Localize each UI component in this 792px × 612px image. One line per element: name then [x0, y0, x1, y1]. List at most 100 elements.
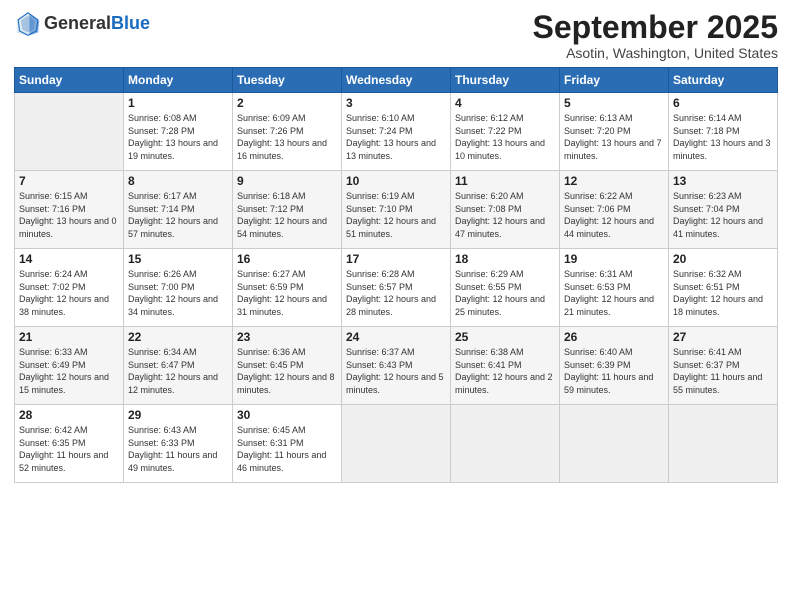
day-info: Sunrise: 6:43 AMSunset: 6:33 PMDaylight:… [128, 424, 228, 474]
day-info: Sunrise: 6:24 AMSunset: 7:02 PMDaylight:… [19, 268, 119, 318]
day-number: 19 [564, 252, 664, 266]
weekday-row: Sunday Monday Tuesday Wednesday Thursday… [15, 68, 778, 93]
day-cell: 20 Sunrise: 6:32 AMSunset: 6:51 PMDayligh… [669, 249, 778, 327]
day-number: 28 [19, 408, 119, 422]
day-info: Sunrise: 6:10 AMSunset: 7:24 PMDaylight:… [346, 112, 446, 162]
day-cell: 4Sunrise: 6:12 AMSunset: 7:22 PMDaylight… [451, 93, 560, 171]
day-cell: 23 Sunrise: 6:36 AMSunset: 6:45 PMDayligh… [233, 327, 342, 405]
col-friday: Friday [560, 68, 669, 93]
week-row-3: 21 Sunrise: 6:33 AMSunset: 6:49 PMDayligh… [15, 327, 778, 405]
day-info: Sunrise: 6:36 AMSunset: 6:45 PMDaylight:… [237, 346, 337, 396]
day-number: 11 [455, 174, 555, 188]
day-info: Sunrise: 6:09 AMSunset: 7:26 PMDaylight:… [237, 112, 337, 162]
day-number: 23 [237, 330, 337, 344]
day-cell: 18 Sunrise: 6:29 AMSunset: 6:55 PMDayligh… [451, 249, 560, 327]
day-cell: 17 Sunrise: 6:28 AMSunset: 6:57 PMDayligh… [342, 249, 451, 327]
day-cell: 8 Sunrise: 6:17 AMSunset: 7:14 PMDaylight… [124, 171, 233, 249]
day-info: Sunrise: 6:28 AMSunset: 6:57 PMDaylight:… [346, 268, 446, 318]
day-cell: 6Sunrise: 6:14 AMSunset: 7:18 PMDaylight… [669, 93, 778, 171]
day-cell [15, 93, 124, 171]
day-number: 18 [455, 252, 555, 266]
day-cell: 16 Sunrise: 6:27 AMSunset: 6:59 PMDayligh… [233, 249, 342, 327]
day-number: 17 [346, 252, 446, 266]
day-cell: 7Sunrise: 6:15 AMSunset: 7:16 PMDaylight… [15, 171, 124, 249]
day-number: 9 [237, 174, 337, 188]
day-number: 27 [673, 330, 773, 344]
day-cell: 21 Sunrise: 6:33 AMSunset: 6:49 PMDayligh… [15, 327, 124, 405]
day-cell: 13Sunrise: 6:23 AMSunset: 7:04 PMDayligh… [669, 171, 778, 249]
day-cell: 15 Sunrise: 6:26 AMSunset: 7:00 PMDayligh… [124, 249, 233, 327]
day-number: 1 [128, 96, 228, 110]
calendar-header: Sunday Monday Tuesday Wednesday Thursday… [15, 68, 778, 93]
day-number: 13 [673, 174, 773, 188]
day-number: 5 [564, 96, 664, 110]
day-number: 10 [346, 174, 446, 188]
col-thursday: Thursday [451, 68, 560, 93]
day-cell [669, 405, 778, 483]
day-info: Sunrise: 6:12 AMSunset: 7:22 PMDaylight:… [455, 112, 555, 162]
day-info: Sunrise: 6:17 AMSunset: 7:14 PMDaylight:… [128, 190, 228, 240]
day-info: Sunrise: 6:45 AMSunset: 6:31 PMDaylight:… [237, 424, 337, 474]
day-info: Sunrise: 6:33 AMSunset: 6:49 PMDaylight:… [19, 346, 119, 396]
day-cell: 9 Sunrise: 6:18 AMSunset: 7:12 PMDaylight… [233, 171, 342, 249]
day-info: Sunrise: 6:27 AMSunset: 6:59 PMDaylight:… [237, 268, 337, 318]
day-number: 14 [19, 252, 119, 266]
day-number: 20 [673, 252, 773, 266]
day-number: 30 [237, 408, 337, 422]
day-info: Sunrise: 6:26 AMSunset: 7:00 PMDaylight:… [128, 268, 228, 318]
col-monday: Monday [124, 68, 233, 93]
col-wednesday: Wednesday [342, 68, 451, 93]
day-number: 21 [19, 330, 119, 344]
day-info: Sunrise: 6:20 AMSunset: 7:08 PMDaylight:… [455, 190, 555, 240]
day-info: Sunrise: 6:42 AMSunset: 6:35 PMDaylight:… [19, 424, 119, 474]
day-info: Sunrise: 6:18 AMSunset: 7:12 PMDaylight:… [237, 190, 337, 240]
page: GeneralBlue September 2025 Asotin, Washi… [0, 0, 792, 612]
day-number: 3 [346, 96, 446, 110]
day-info: Sunrise: 6:40 AMSunset: 6:39 PMDaylight:… [564, 346, 664, 396]
day-number: 8 [128, 174, 228, 188]
col-saturday: Saturday [669, 68, 778, 93]
day-cell: 30 Sunrise: 6:45 AMSunset: 6:31 PMDayligh… [233, 405, 342, 483]
day-info: Sunrise: 6:37 AMSunset: 6:43 PMDaylight:… [346, 346, 446, 396]
day-number: 24 [346, 330, 446, 344]
day-cell: 24 Sunrise: 6:37 AMSunset: 6:43 PMDayligh… [342, 327, 451, 405]
day-cell: 28 Sunrise: 6:42 AMSunset: 6:35 PMDayligh… [15, 405, 124, 483]
col-tuesday: Tuesday [233, 68, 342, 93]
header: GeneralBlue September 2025 Asotin, Washi… [14, 10, 778, 61]
day-info: Sunrise: 6:08 AMSunset: 7:28 PMDaylight:… [128, 112, 228, 162]
calendar-body: 1 Sunrise: 6:08 AMSunset: 7:28 PMDaylight… [15, 93, 778, 483]
day-info: Sunrise: 6:29 AMSunset: 6:55 PMDaylight:… [455, 268, 555, 318]
day-cell: 12Sunrise: 6:22 AMSunset: 7:06 PMDayligh… [560, 171, 669, 249]
day-cell: 25Sunrise: 6:38 AMSunset: 6:41 PMDayligh… [451, 327, 560, 405]
day-cell [451, 405, 560, 483]
day-number: 25 [455, 330, 555, 344]
col-sunday: Sunday [15, 68, 124, 93]
day-info: Sunrise: 6:31 AMSunset: 6:53 PMDaylight:… [564, 268, 664, 318]
day-cell: 22Sunrise: 6:34 AMSunset: 6:47 PMDayligh… [124, 327, 233, 405]
day-cell: 2 Sunrise: 6:09 AMSunset: 7:26 PMDaylight… [233, 93, 342, 171]
logo-text: GeneralBlue [44, 14, 150, 34]
day-cell: 11 Sunrise: 6:20 AMSunset: 7:08 PMDayligh… [451, 171, 560, 249]
day-cell: 26 Sunrise: 6:40 AMSunset: 6:39 PMDayligh… [560, 327, 669, 405]
day-cell: 1 Sunrise: 6:08 AMSunset: 7:28 PMDaylight… [124, 93, 233, 171]
week-row-1: 7Sunrise: 6:15 AMSunset: 7:16 PMDaylight… [15, 171, 778, 249]
week-row-4: 28 Sunrise: 6:42 AMSunset: 6:35 PMDayligh… [15, 405, 778, 483]
week-row-0: 1 Sunrise: 6:08 AMSunset: 7:28 PMDaylight… [15, 93, 778, 171]
logo-general: General [44, 13, 111, 33]
day-number: 26 [564, 330, 664, 344]
day-info: Sunrise: 6:41 AMSunset: 6:37 PMDaylight:… [673, 346, 773, 396]
day-number: 12 [564, 174, 664, 188]
day-cell: 3 Sunrise: 6:10 AMSunset: 7:24 PMDaylight… [342, 93, 451, 171]
day-number: 22 [128, 330, 228, 344]
day-number: 15 [128, 252, 228, 266]
day-cell [342, 405, 451, 483]
day-info: Sunrise: 6:15 AMSunset: 7:16 PMDaylight:… [19, 190, 119, 240]
day-number: 16 [237, 252, 337, 266]
day-info: Sunrise: 6:32 AMSunset: 6:51 PMDaylight:… [673, 268, 773, 318]
day-info: Sunrise: 6:14 AMSunset: 7:18 PMDaylight:… [673, 112, 773, 162]
day-number: 2 [237, 96, 337, 110]
location: Asotin, Washington, United States [533, 45, 778, 61]
logo-blue: Blue [111, 13, 150, 33]
day-cell: 27 Sunrise: 6:41 AMSunset: 6:37 PMDayligh… [669, 327, 778, 405]
day-cell: 29Sunrise: 6:43 AMSunset: 6:33 PMDayligh… [124, 405, 233, 483]
